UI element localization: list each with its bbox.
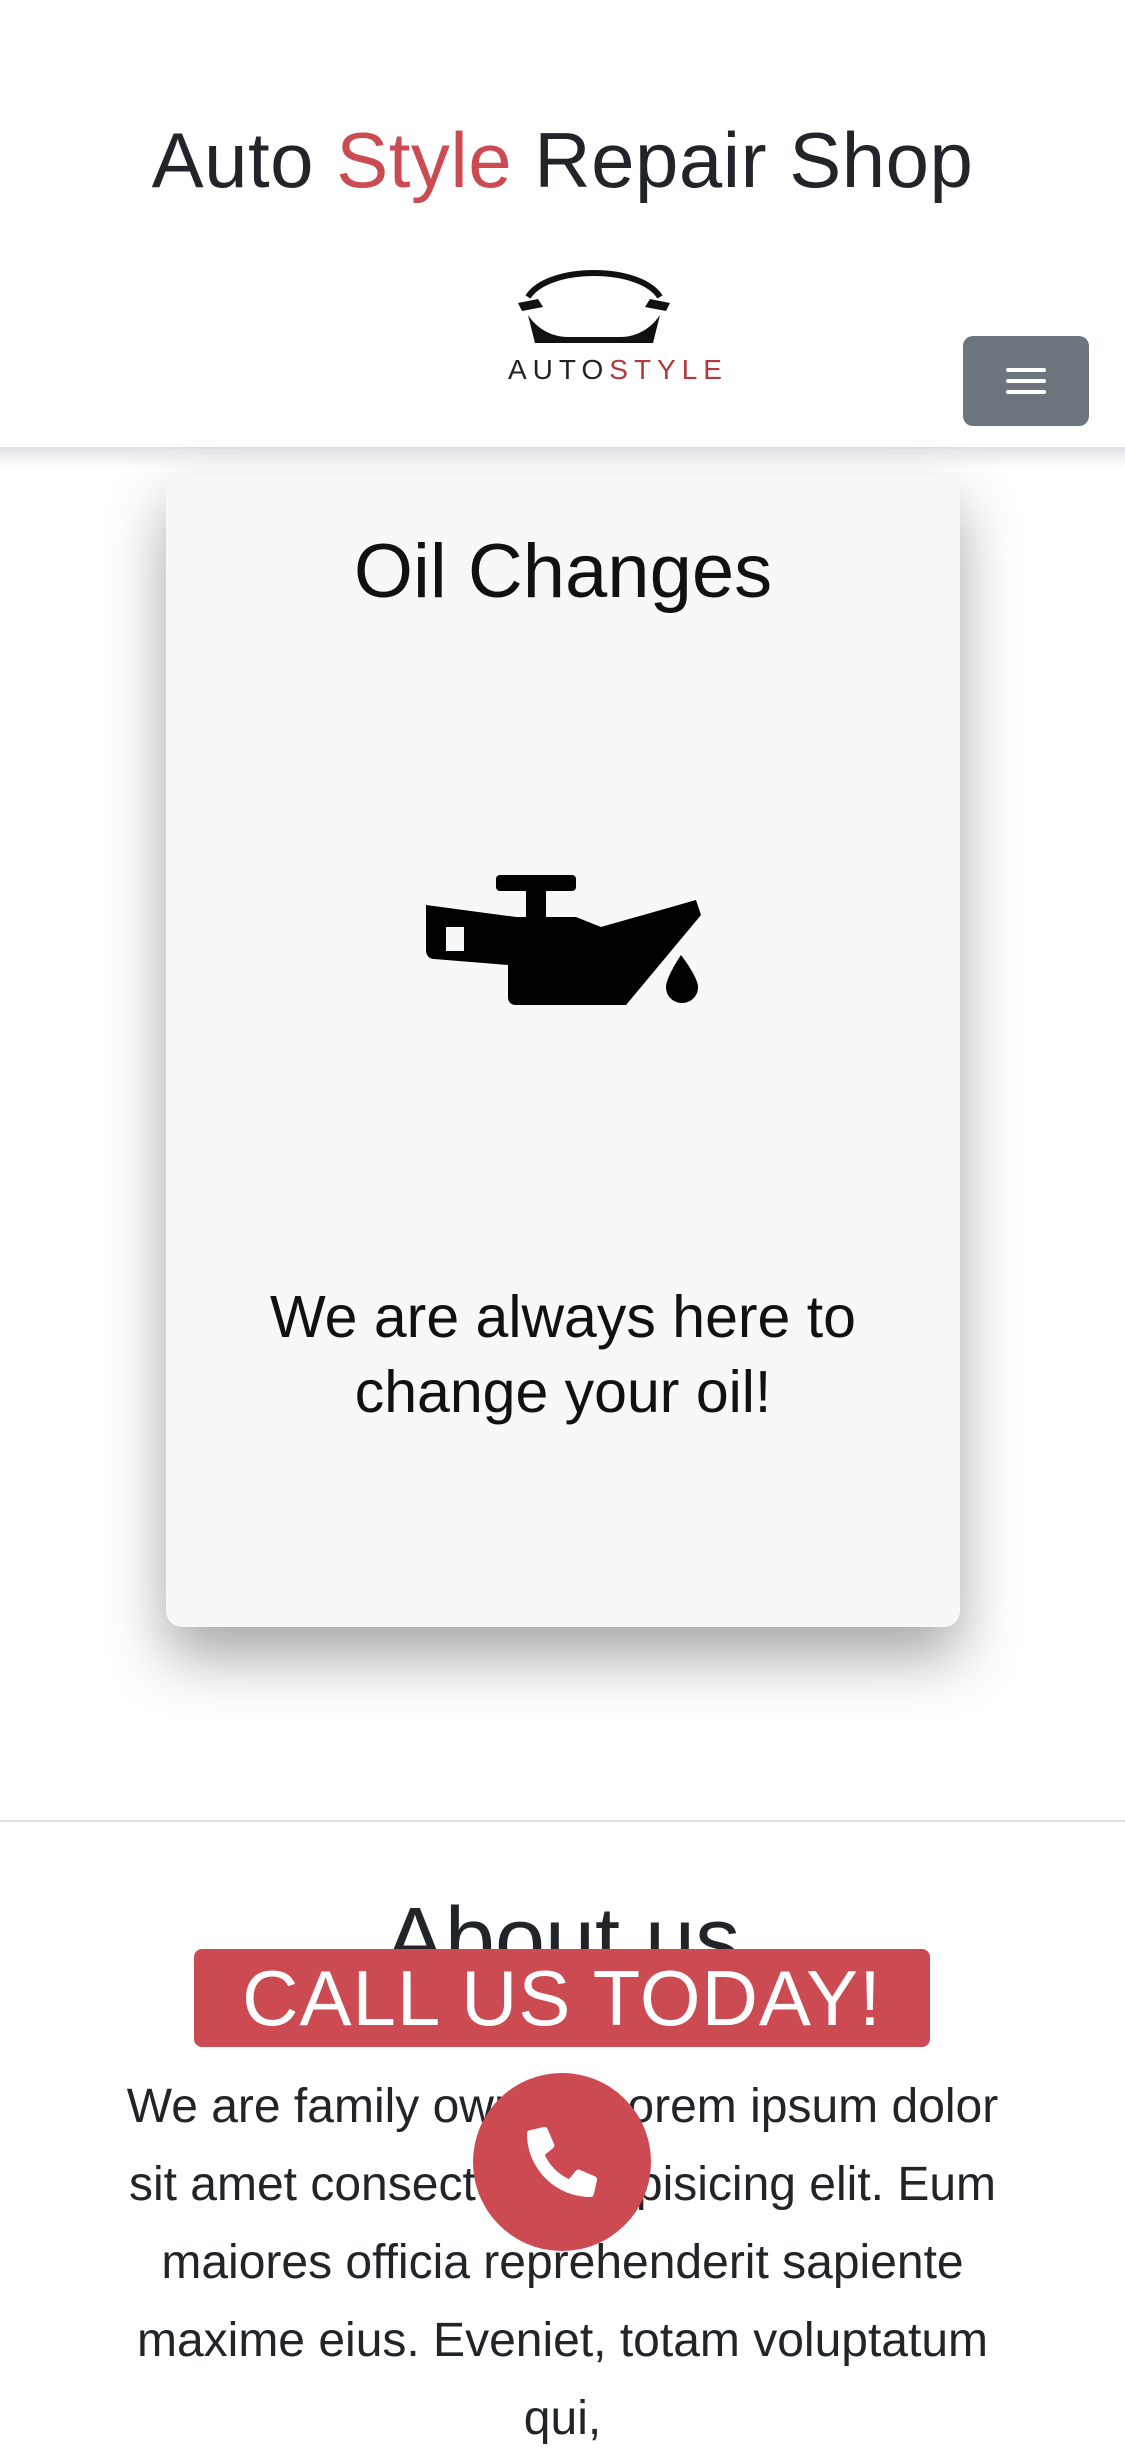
autostyle-logo[interactable]: AUTOSTYLE — [508, 255, 728, 385]
oil-can-icon — [426, 875, 701, 1005]
title-part-1: Auto — [151, 116, 337, 204]
service-card-oil-changes[interactable]: Oil Changes We are always here to change… — [166, 475, 960, 1627]
title-accent: Style — [336, 116, 513, 204]
menu-toggle-button[interactable] — [963, 336, 1089, 426]
card-title: Oil Changes — [353, 529, 773, 614]
call-us-banner[interactable]: CALL US TODAY! — [194, 1949, 930, 2047]
logo-wordmark: AUTOSTYLE — [508, 354, 728, 385]
hamburger-icon — [1006, 368, 1046, 394]
site-title: Auto Style Repair Shop — [0, 112, 1125, 208]
phone-icon — [527, 2127, 597, 2197]
call-button[interactable] — [473, 2073, 651, 2251]
car-logo-icon — [518, 270, 670, 343]
card-text: We are always here to change your oil! — [270, 1284, 856, 1425]
title-part-2: Repair Shop — [512, 116, 974, 204]
section-divider — [0, 1820, 1125, 1822]
